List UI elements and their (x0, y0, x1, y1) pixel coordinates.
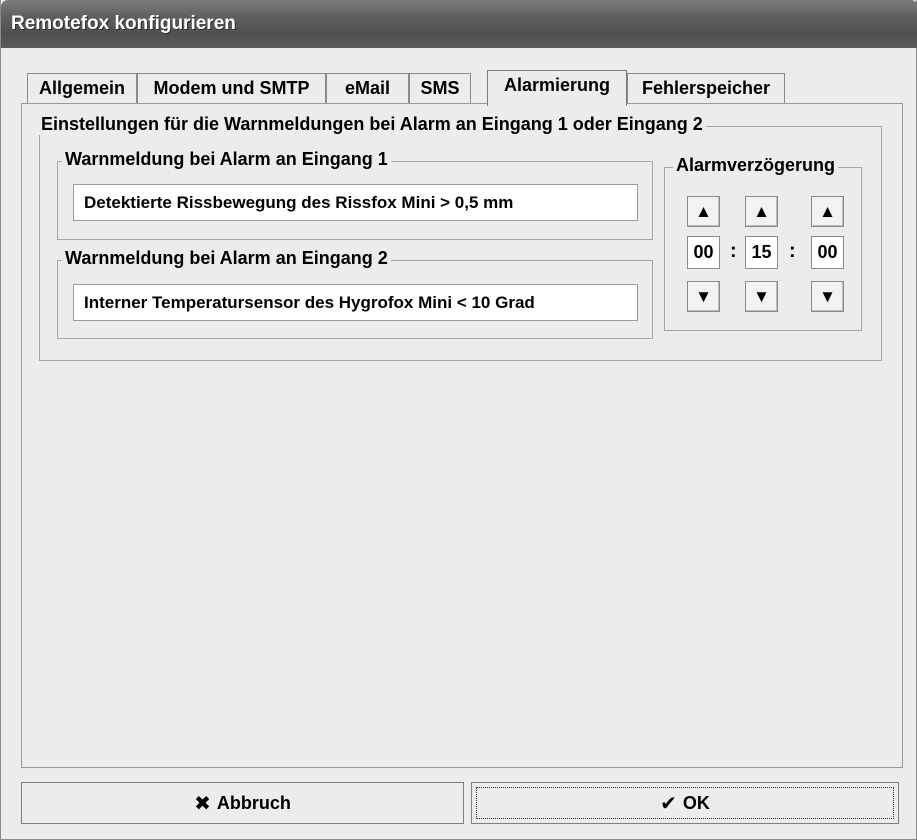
tab-email[interactable]: eMail (326, 73, 409, 104)
minutes-up-button[interactable]: ▲ (745, 196, 778, 227)
ok-button[interactable]: ✔ OK (471, 782, 899, 824)
alarm-delay-label: Alarmverzögerung (673, 155, 839, 176)
arrow-down-icon: ▼ (695, 287, 712, 306)
tab-fehlerspeicher[interactable]: Fehlerspeicher (627, 73, 785, 104)
input2-label: Warnmeldung bei Alarm an Eingang 2 (62, 248, 391, 269)
warning-settings-title: Einstellungen für die Warnmeldungen bei … (38, 114, 706, 135)
dialog-window: Remotefox konfigurieren Allgemein Modem … (0, 0, 917, 840)
tab-alarmierung[interactable]: Alarmierung (487, 70, 627, 106)
warning-settings-group: Einstellungen für die Warnmeldungen bei … (38, 114, 882, 361)
cancel-button-label: Abbruch (216, 792, 291, 813)
arrow-up-icon: ▲ (695, 202, 712, 221)
cancel-button[interactable]: ✖ Abbruch (21, 782, 464, 824)
tab-panel-alarmierung: Einstellungen für die Warnmeldungen bei … (21, 103, 903, 768)
focus-rectangle (476, 787, 894, 819)
tab-modem-smtp[interactable]: Modem und SMTP (137, 73, 326, 104)
input1-group: Warnmeldung bei Alarm an Eingang 1 Detek… (57, 149, 653, 240)
input2-message-field[interactable]: Interner Temperatursensor des Hygrofox M… (73, 284, 638, 321)
hours-up-button[interactable]: ▲ (687, 196, 720, 227)
seconds-field[interactable]: 00 (811, 236, 844, 269)
tab-sms[interactable]: SMS (409, 73, 471, 104)
seconds-down-button[interactable]: ▼ (811, 281, 844, 312)
hours-field[interactable]: 00 (687, 236, 720, 269)
arrow-down-icon: ▼ (819, 287, 836, 306)
time-separator: : (789, 240, 796, 262)
input1-label: Warnmeldung bei Alarm an Eingang 1 (62, 149, 391, 170)
time-separator: : (730, 240, 737, 262)
hours-down-button[interactable]: ▼ (687, 281, 720, 312)
x-icon: ✖ (194, 792, 211, 815)
arrow-down-icon: ▼ (753, 287, 770, 306)
input2-group: Warnmeldung bei Alarm an Eingang 2 Inter… (57, 248, 653, 339)
seconds-up-button[interactable]: ▲ (811, 196, 844, 227)
arrow-up-icon: ▲ (819, 202, 836, 221)
alarm-delay-group: Alarmverzögerung ▲ ▲ ▲ 00 : 15 : 00 ▼ ▼ … (664, 155, 862, 331)
arrow-up-icon: ▲ (753, 202, 770, 221)
minutes-field[interactable]: 15 (745, 236, 778, 269)
tab-allgemein[interactable]: Allgemein (27, 73, 137, 104)
minutes-down-button[interactable]: ▼ (745, 281, 778, 312)
window-title: Remotefox konfigurieren (11, 13, 236, 34)
title-bar[interactable]: Remotefox konfigurieren (1, 0, 917, 48)
input1-message-field[interactable]: Detektierte Rissbewegung des Rissfox Min… (73, 184, 638, 221)
